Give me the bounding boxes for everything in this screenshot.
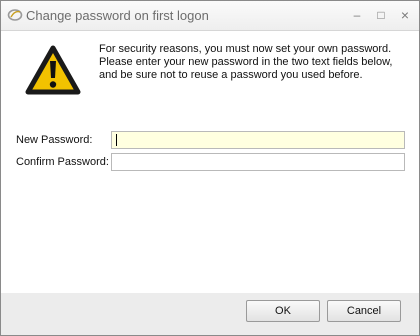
security-message: For security reasons, you must now set y…	[99, 43, 393, 81]
app-swirl-icon	[7, 9, 23, 21]
close-icon[interactable]: ×	[397, 7, 413, 23]
title-bar[interactable]: Change password on first logon – □ ×	[1, 1, 419, 31]
minimize-icon[interactable]: –	[349, 7, 365, 23]
confirm-password-field[interactable]	[111, 153, 405, 171]
new-password-field[interactable]	[111, 131, 405, 149]
text-cursor	[116, 134, 117, 146]
button-bar: OK Cancel	[1, 293, 419, 335]
change-password-dialog: Change password on first logon – □ × For…	[0, 0, 420, 336]
cancel-button[interactable]: Cancel	[327, 300, 401, 322]
confirm-password-label: Confirm Password:	[16, 156, 109, 168]
window-title: Change password on first logon	[26, 8, 209, 23]
new-password-label: New Password:	[16, 134, 93, 146]
maximize-icon[interactable]: □	[373, 7, 389, 23]
ok-button[interactable]: OK	[246, 300, 320, 322]
dialog-content: For security reasons, you must now set y…	[1, 31, 419, 293]
warning-icon	[25, 45, 81, 95]
